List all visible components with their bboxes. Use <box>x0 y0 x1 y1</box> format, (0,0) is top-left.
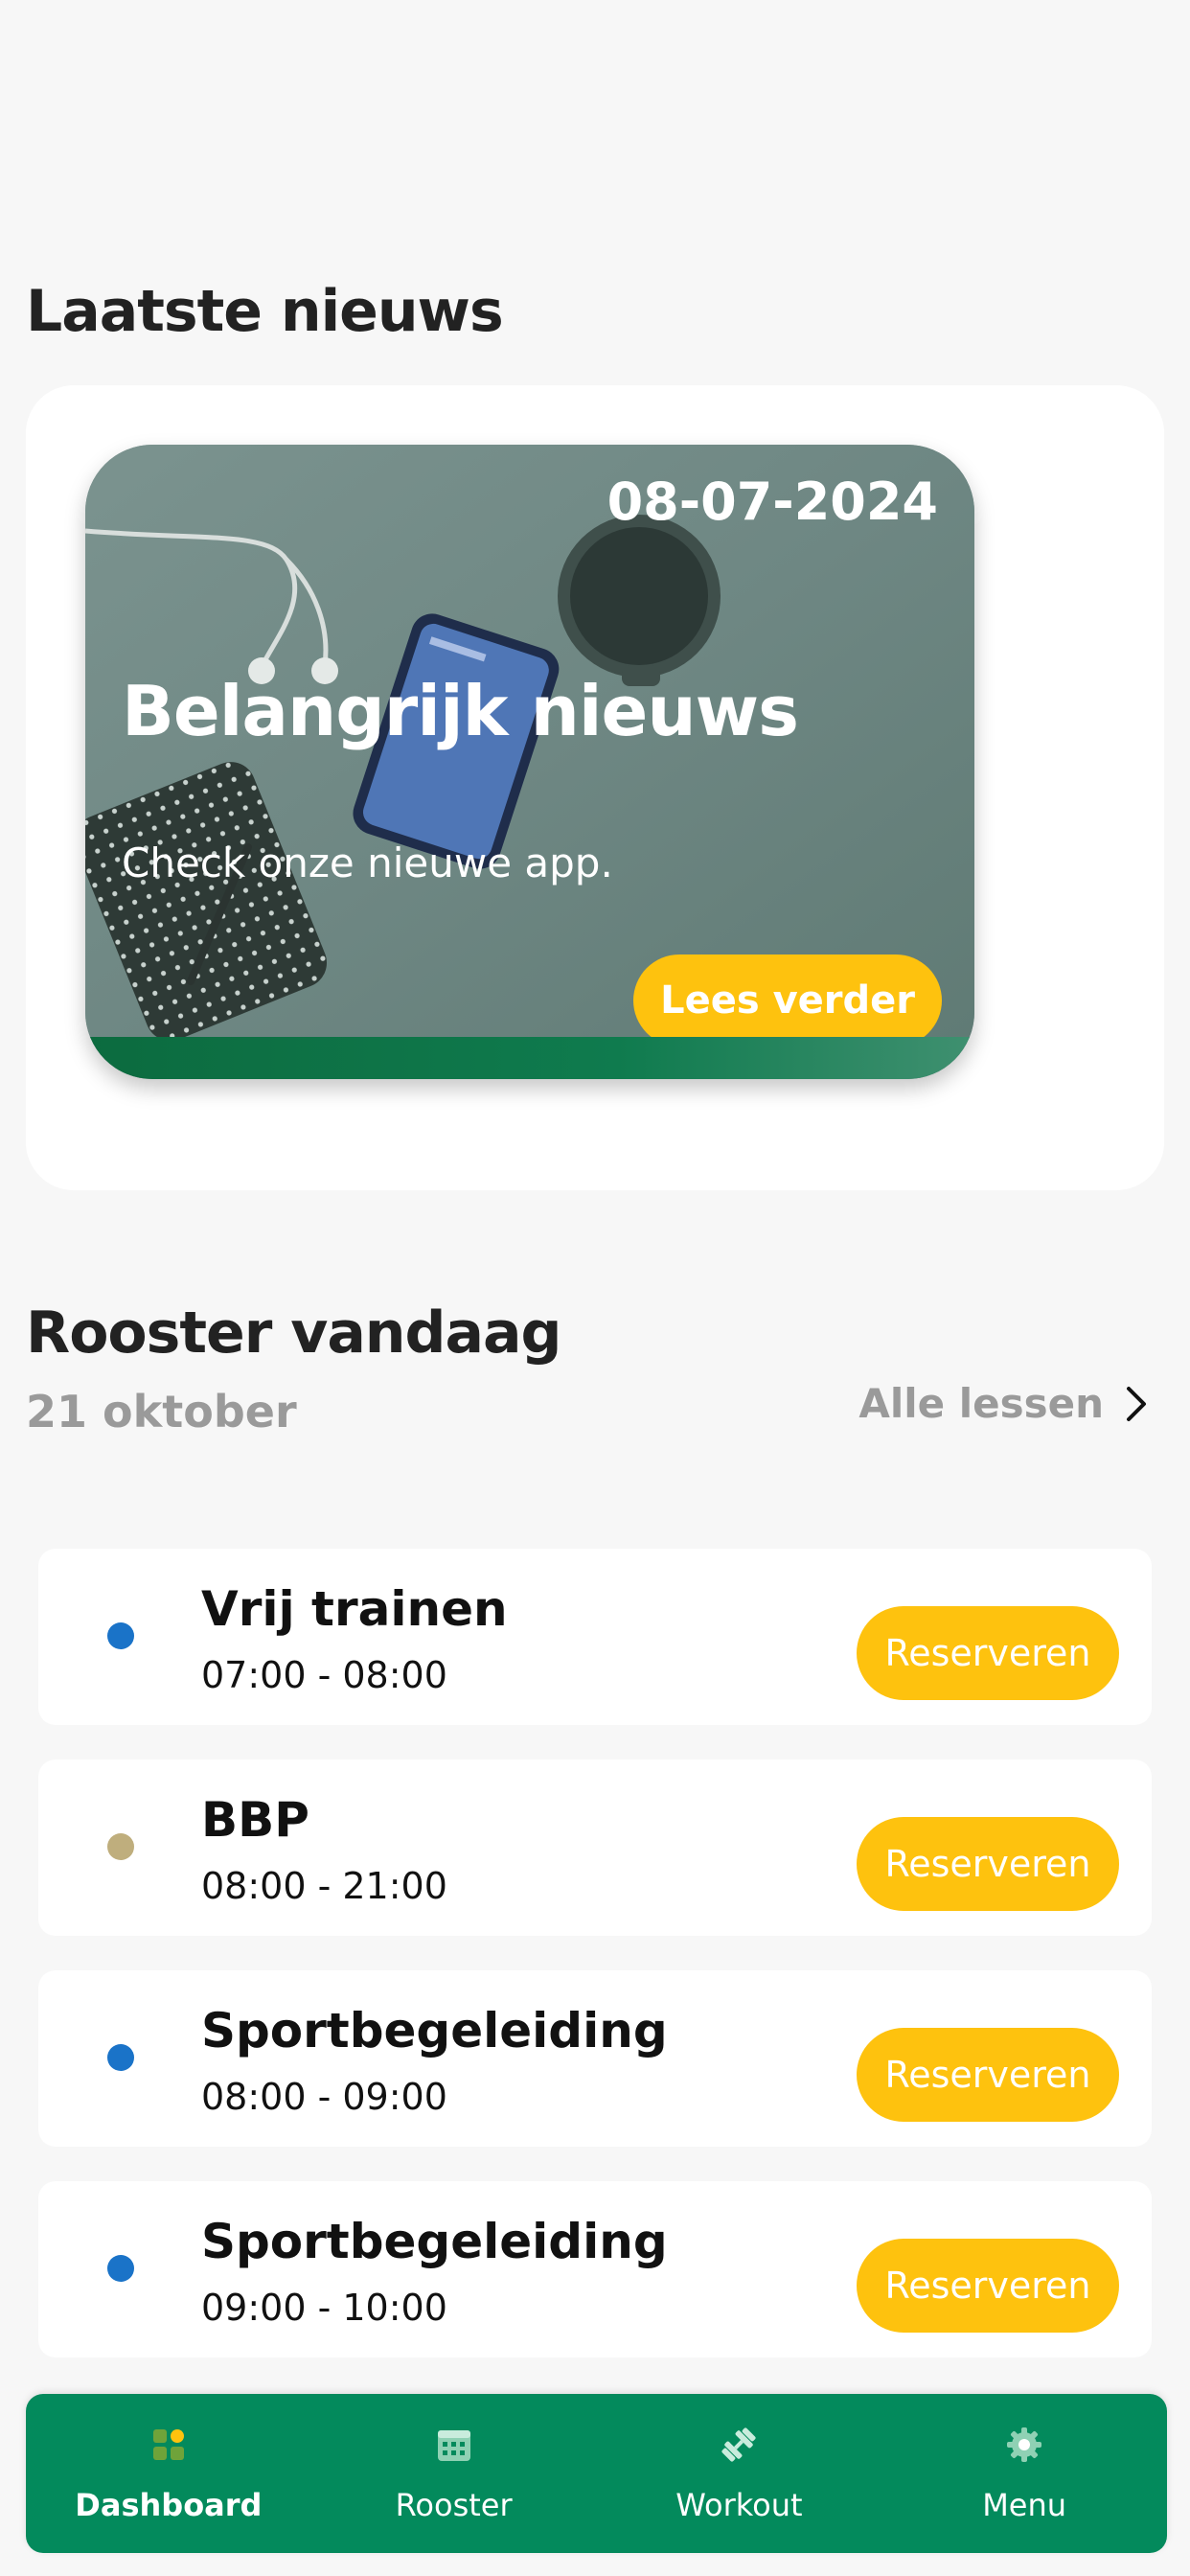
news-card[interactable]: 08-07-2024 Belangrijk nieuws Check onze … <box>85 445 974 1079</box>
bottom-navigation: Dashboard Rooster Workout Menu <box>26 2394 1167 2553</box>
nav-label: Workout <box>675 2487 803 2523</box>
nav-item-workout[interactable]: Workout <box>614 2424 863 2523</box>
dumbbell-icon <box>721 2427 756 2462</box>
class-name: Sportbegeleiding <box>201 2003 668 2058</box>
class-name: Vrij trainen <box>201 1581 508 1637</box>
class-time: 09:00 - 10:00 <box>201 2287 447 2329</box>
nav-item-dashboard[interactable]: Dashboard <box>44 2424 293 2523</box>
nav-label: Rooster <box>395 2487 513 2523</box>
news-card-strip <box>85 1037 974 1079</box>
class-color-dot <box>107 2255 134 2282</box>
news-date: 08-07-2024 <box>606 472 938 532</box>
class-time: 08:00 - 09:00 <box>201 2076 447 2118</box>
news-headline: Belangrijk nieuws <box>122 671 799 751</box>
schedule-date: 21 oktober <box>26 1386 297 1438</box>
class-name: Sportbegeleiding <box>201 2214 668 2269</box>
all-classes-link[interactable]: Alle lessen <box>858 1380 1150 1427</box>
calendar-icon <box>437 2430 470 2461</box>
class-name: BBP <box>201 1792 309 1848</box>
reserve-button[interactable]: Reserveren <box>857 1606 1119 1700</box>
class-time: 08:00 - 21:00 <box>201 1865 447 1907</box>
news-subtitle: Check onze nieuwe app. <box>122 840 613 886</box>
nav-item-rooster[interactable]: Rooster <box>330 2424 579 2523</box>
nav-label: Menu <box>982 2487 1067 2523</box>
news-panel: 08-07-2024 Belangrijk nieuws Check onze … <box>26 385 1164 1190</box>
reserve-button[interactable]: Reserveren <box>857 1817 1119 1911</box>
news-section-title: Laatste nieuws <box>26 278 504 345</box>
read-more-button[interactable]: Lees verder <box>633 954 942 1046</box>
chevron-right-icon <box>1127 1386 1146 1421</box>
reserve-button[interactable]: Reserveren <box>857 2028 1119 2122</box>
schedule-section-title: Rooster vandaag <box>26 1300 561 1367</box>
class-time: 07:00 - 08:00 <box>201 1654 447 1696</box>
class-row[interactable]: Vrij trainen 07:00 - 08:00 Reserveren <box>38 1549 1152 1725</box>
gear-icon <box>1007 2427 1042 2462</box>
nav-label: Dashboard <box>75 2487 263 2523</box>
reserve-button[interactable]: Reserveren <box>857 2239 1119 2333</box>
dashboard-screen: Laatste nieuws 08-07-2024 Belangrijk nie… <box>0 0 1190 2576</box>
class-color-dot <box>107 2044 134 2071</box>
class-color-dot <box>107 1833 134 1860</box>
dashboard-icon <box>152 2429 184 2460</box>
class-row[interactable]: Sportbegeleiding 09:00 - 10:00 Reservere… <box>38 2181 1152 2358</box>
class-color-dot <box>107 1622 134 1649</box>
nav-item-menu[interactable]: Menu <box>900 2424 1149 2523</box>
class-row[interactable]: Sportbegeleiding 08:00 - 09:00 Reservere… <box>38 1970 1152 2147</box>
class-list: Vrij trainen 07:00 - 08:00 Reserveren BB… <box>38 1549 1152 2392</box>
class-row[interactable]: BBP 08:00 - 21:00 Reserveren <box>38 1760 1152 1936</box>
all-classes-label: Alle lessen <box>858 1380 1104 1427</box>
